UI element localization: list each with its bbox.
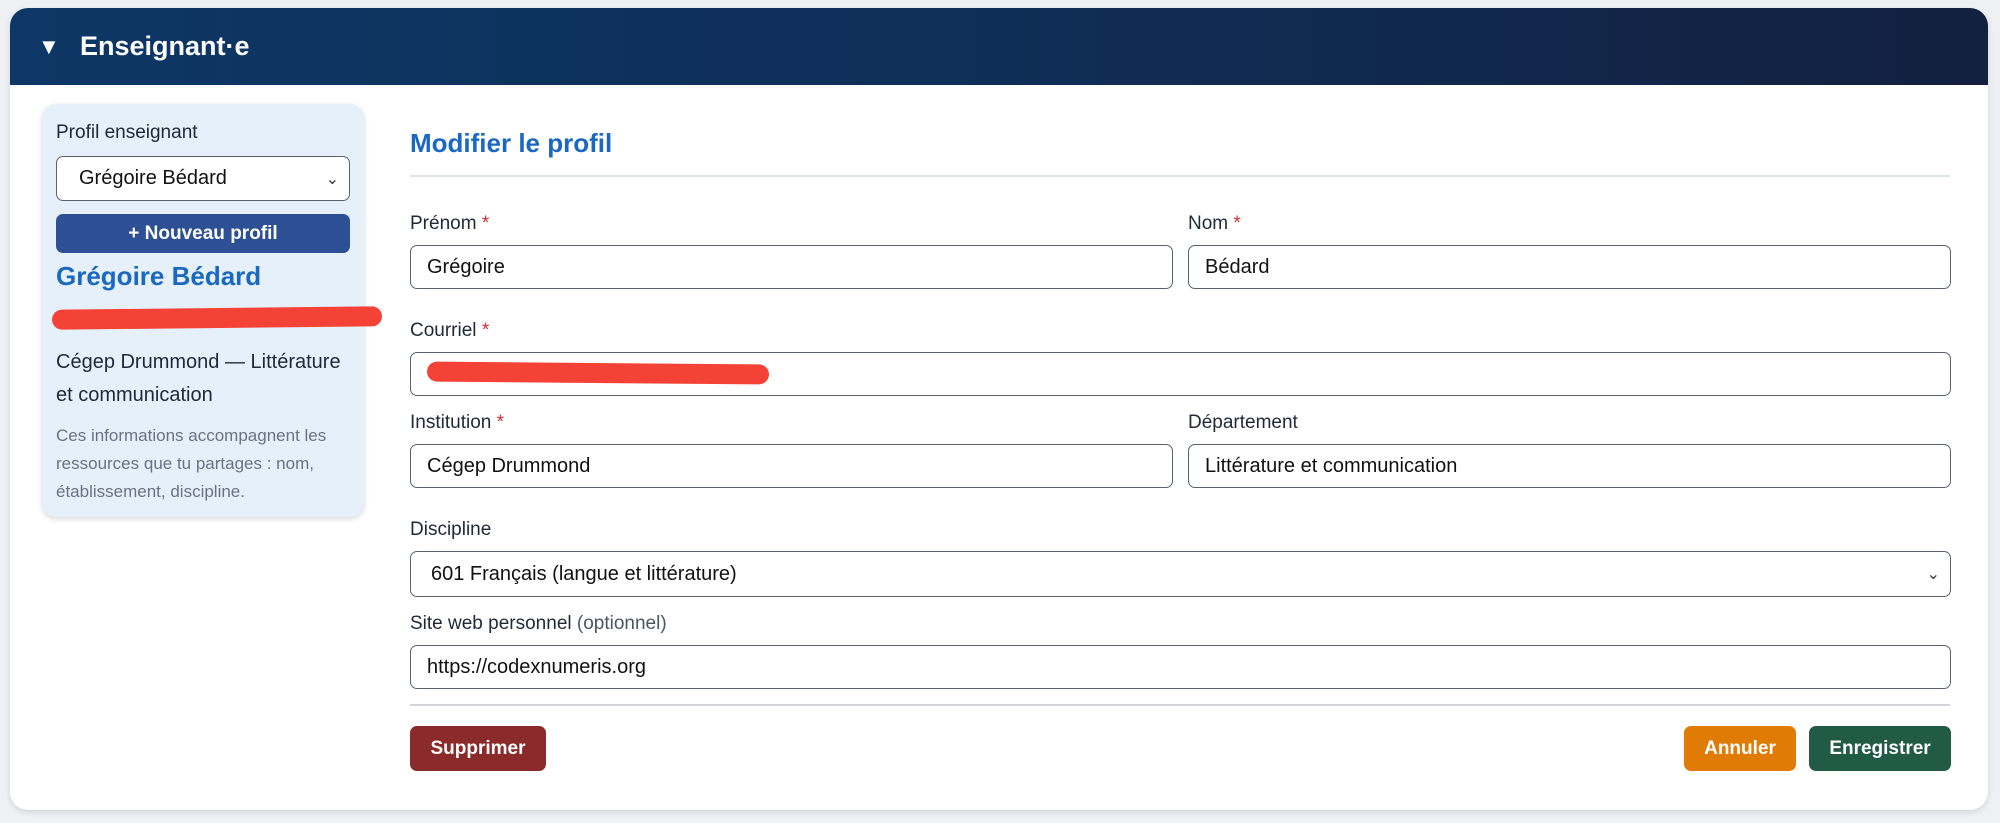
required-mark: * (1233, 213, 1241, 234)
title-divider (410, 175, 1950, 177)
website-input[interactable]: https://codexnumeris.org (410, 645, 1951, 689)
email-input[interactable] (410, 352, 1951, 396)
discipline-select[interactable]: 601 Français (langue et littérature) ⌄ (410, 551, 1951, 597)
first-name-label: Prénom * (410, 213, 490, 234)
required-mark: * (481, 213, 490, 234)
department-input[interactable]: Littérature et communication (1188, 444, 1951, 488)
department-label: Département (1188, 412, 1298, 433)
institution-label: Institution * (410, 412, 505, 433)
redaction-mark (426, 361, 770, 385)
chevron-down-icon: ⌄ (325, 170, 339, 188)
profile-name: Grégoire Bédard (56, 261, 262, 291)
profile-select-value: Grégoire Bédard (79, 167, 227, 189)
redaction-mark (51, 306, 383, 330)
profile-select[interactable]: Grégoire Bédard ⌄ (56, 156, 350, 201)
collapse-triangle-icon[interactable]: ▼ (38, 35, 68, 58)
cancel-button[interactable]: Annuler (1684, 726, 1796, 771)
institution-input[interactable]: Cégep Drummond (410, 444, 1173, 488)
last-name-input[interactable]: Bédard (1188, 245, 1951, 289)
chevron-down-icon: ⌄ (1926, 566, 1940, 583)
last-name-label: Nom * (1188, 213, 1241, 234)
first-name-input[interactable]: Grégoire (410, 245, 1173, 289)
required-mark: * (481, 320, 490, 341)
new-profile-button[interactable]: + Nouveau profil (56, 214, 350, 253)
profile-form: Modifier le profil Prénom * Grégoire Nom… (410, 104, 1951, 771)
discipline-label: Discipline (410, 519, 492, 540)
profile-note: Ces informations accompagnent les ressou… (56, 426, 327, 501)
save-button[interactable]: Enregistrer (1809, 726, 1951, 771)
profile-institution: Cégep Drummond — Littérature et communic… (56, 351, 341, 406)
teacher-panel: ▼ Enseignant·e Profil enseignant Grégoir… (10, 8, 1988, 810)
optional-mark: (optionnel) (576, 613, 667, 634)
profile-sidebar: Profil enseignant Grégoire Bédard ⌄ + No… (42, 104, 383, 517)
panel-title: Enseignant·e (80, 31, 250, 61)
delete-button[interactable]: Supprimer (410, 726, 546, 771)
email-label: Courriel * (410, 320, 490, 341)
profile-select-label: Profil enseignant (56, 122, 198, 143)
required-mark: * (496, 412, 505, 433)
panel-header[interactable]: ▼ Enseignant·e (10, 8, 1988, 85)
discipline-value: 601 Français (langue et littérature) (431, 562, 737, 585)
actions-divider (410, 704, 1950, 706)
website-label: Site web personnel (optionnel) (410, 613, 667, 634)
form-title: Modifier le profil (410, 128, 613, 158)
